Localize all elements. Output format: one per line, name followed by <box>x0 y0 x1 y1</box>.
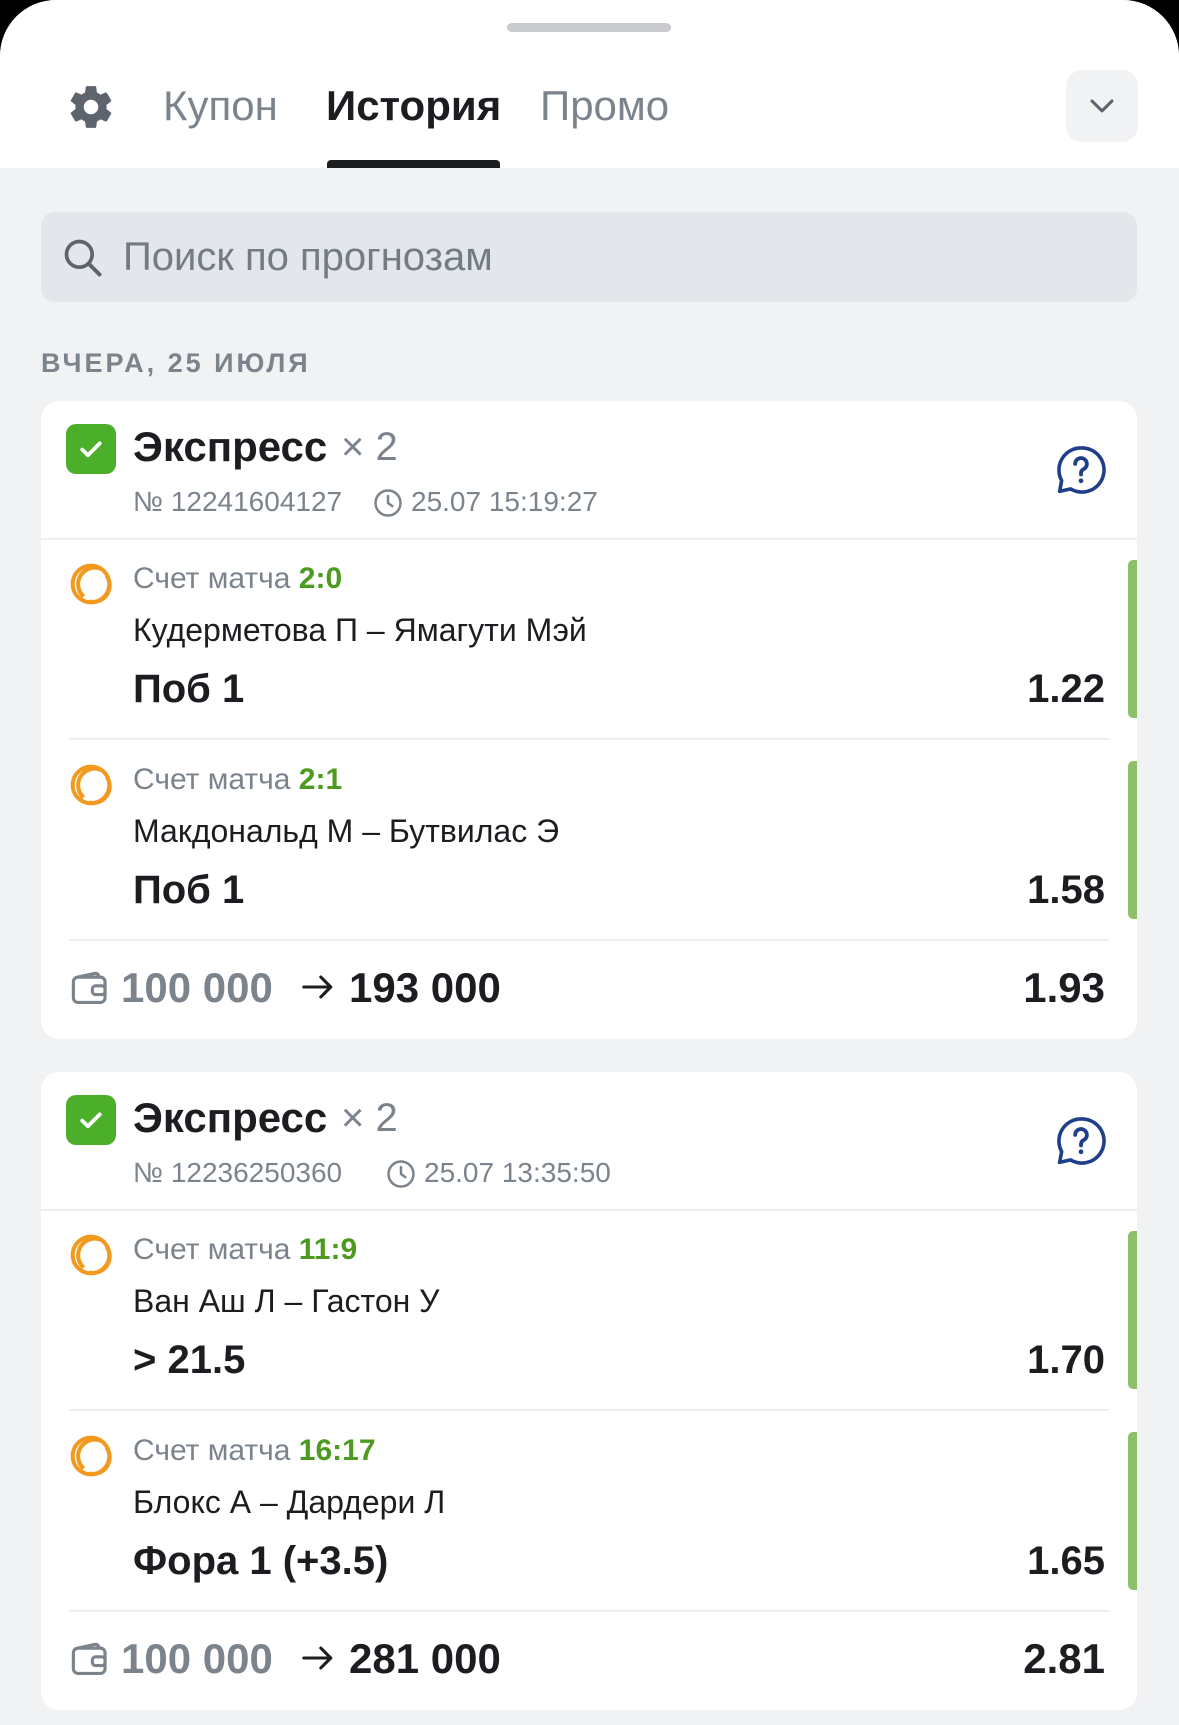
arrow-right-icon <box>302 975 333 999</box>
bet-history-sheet: Купон История Промо ВЧЕРА, 25 ИЮЛЯ Экспр… <box>0 0 1179 1725</box>
bet-outcome: Поб 1 <box>133 868 245 912</box>
score-label: Счет матча <box>133 1233 291 1266</box>
tennis-ball-icon <box>70 1234 112 1276</box>
event-odds: 1.70 <box>1027 1338 1105 1382</box>
payout-amount: 281 000 <box>349 1635 501 1682</box>
event-divider <box>69 738 1109 740</box>
bet-card[interactable]: Экспресс × 2 № 12241604127 25.07 15:19:2… <box>41 401 1137 1039</box>
chevron-down-icon <box>1090 99 1114 113</box>
match-score: Счет матча 16:17 <box>133 1432 376 1470</box>
score-label: Счет матча <box>133 1434 291 1467</box>
search-icon <box>64 239 102 277</box>
match-score: Счет матча 2:1 <box>133 761 342 799</box>
won-check-icon <box>66 1095 116 1145</box>
event-row[interactable]: Счет матча 11:9 Ван Аш Л – Гастон У > 21… <box>41 1211 1137 1411</box>
clock-icon <box>387 1160 415 1188</box>
sheet-grabber-handle[interactable] <box>507 23 671 32</box>
total-odds: 1.93 <box>1023 964 1105 1011</box>
match-score: Счет матча 2:0 <box>133 560 342 598</box>
win-status-bar <box>1128 761 1137 919</box>
help-question-icon[interactable] <box>1054 1114 1108 1168</box>
bet-number: № 12241604127 <box>133 486 343 517</box>
event-odds: 1.65 <box>1027 1539 1105 1583</box>
stake-amount: 100 000 <box>121 964 273 1011</box>
tab-promo[interactable]: Промо <box>540 80 669 132</box>
event-row[interactable]: Счет матча 2:0 Кудерметова П – Ямагути М… <box>41 540 1137 740</box>
score-value: 2:1 <box>298 763 343 796</box>
bet-time: 25.07 13:35:50 <box>424 1157 611 1188</box>
event-teams: Кудерметова П – Ямагути Мэй <box>133 612 587 648</box>
bet-type: Экспресс <box>133 1094 328 1141</box>
search-bar[interactable] <box>41 212 1137 302</box>
payout-amount: 193 000 <box>349 964 501 1011</box>
wallet-icon <box>71 971 107 1005</box>
event-row[interactable]: Счет матча 16:17 Блокс А – Дардери Л Фор… <box>41 1412 1137 1612</box>
bet-number: № 12236250360 <box>133 1157 343 1188</box>
score-value: 2:0 <box>298 562 343 595</box>
event-divider <box>69 939 1109 941</box>
event-odds: 1.22 <box>1027 667 1105 711</box>
total-odds: 2.81 <box>1023 1635 1105 1682</box>
stake-amount: 100 000 <box>121 1635 273 1682</box>
event-divider <box>69 1409 1109 1411</box>
score-label: Счет матча <box>133 562 291 595</box>
bet-multiplier: × 2 <box>341 1096 398 1140</box>
active-tab-indicator <box>327 160 500 168</box>
tennis-ball-icon <box>70 563 112 605</box>
win-status-bar <box>1128 1231 1137 1389</box>
event-teams: Ван Аш Л – Гастон У <box>133 1283 440 1319</box>
help-question-icon[interactable] <box>1054 443 1108 497</box>
bet-outcome: Фора 1 (+3.5) <box>133 1539 389 1583</box>
match-score: Счет матча 11:9 <box>133 1231 357 1269</box>
won-check-icon <box>66 424 116 474</box>
date-group-header: ВЧЕРА, 25 ИЮЛЯ <box>41 348 311 378</box>
tab-coupon[interactable]: Купон <box>163 80 278 132</box>
win-status-bar <box>1128 1432 1137 1590</box>
score-label: Счет матча <box>133 763 291 796</box>
settings-gear-icon[interactable] <box>66 82 116 132</box>
clock-icon <box>374 489 402 517</box>
event-teams: Блокс А – Дардери Л <box>133 1484 446 1520</box>
bet-multiplier: × 2 <box>341 425 398 469</box>
event-teams: Макдональд М – Бутвилас Э <box>133 813 560 849</box>
event-odds: 1.58 <box>1027 868 1105 912</box>
win-status-bar <box>1128 560 1137 718</box>
tennis-ball-icon <box>70 764 112 806</box>
bet-type: Экспресс <box>133 423 328 470</box>
tennis-ball-icon <box>70 1435 112 1477</box>
tab-history[interactable]: История <box>326 80 501 132</box>
bet-time: 25.07 15:19:27 <box>411 486 598 517</box>
score-value: 16:17 <box>298 1434 376 1467</box>
top-bar: Купон История Промо <box>0 0 1179 168</box>
wallet-icon <box>71 1642 107 1676</box>
bet-outcome: Поб 1 <box>133 667 245 711</box>
score-value: 11:9 <box>298 1233 358 1266</box>
search-input[interactable] <box>123 212 1113 302</box>
bet-outcome: > 21.5 <box>133 1338 246 1382</box>
event-divider <box>69 1610 1109 1612</box>
collapse-button[interactable] <box>1066 70 1138 142</box>
bet-card[interactable]: Экспресс × 2 № 12236250360 25.07 13:35:5… <box>41 1072 1137 1710</box>
bet-summary: 100 000 281 000 2.81 <box>41 1613 1137 1703</box>
arrow-right-icon <box>302 1646 333 1670</box>
bet-summary: 100 000 193 000 1.93 <box>41 942 1137 1032</box>
event-row[interactable]: Счет матча 2:1 Макдональд М – Бутвилас Э… <box>41 741 1137 941</box>
